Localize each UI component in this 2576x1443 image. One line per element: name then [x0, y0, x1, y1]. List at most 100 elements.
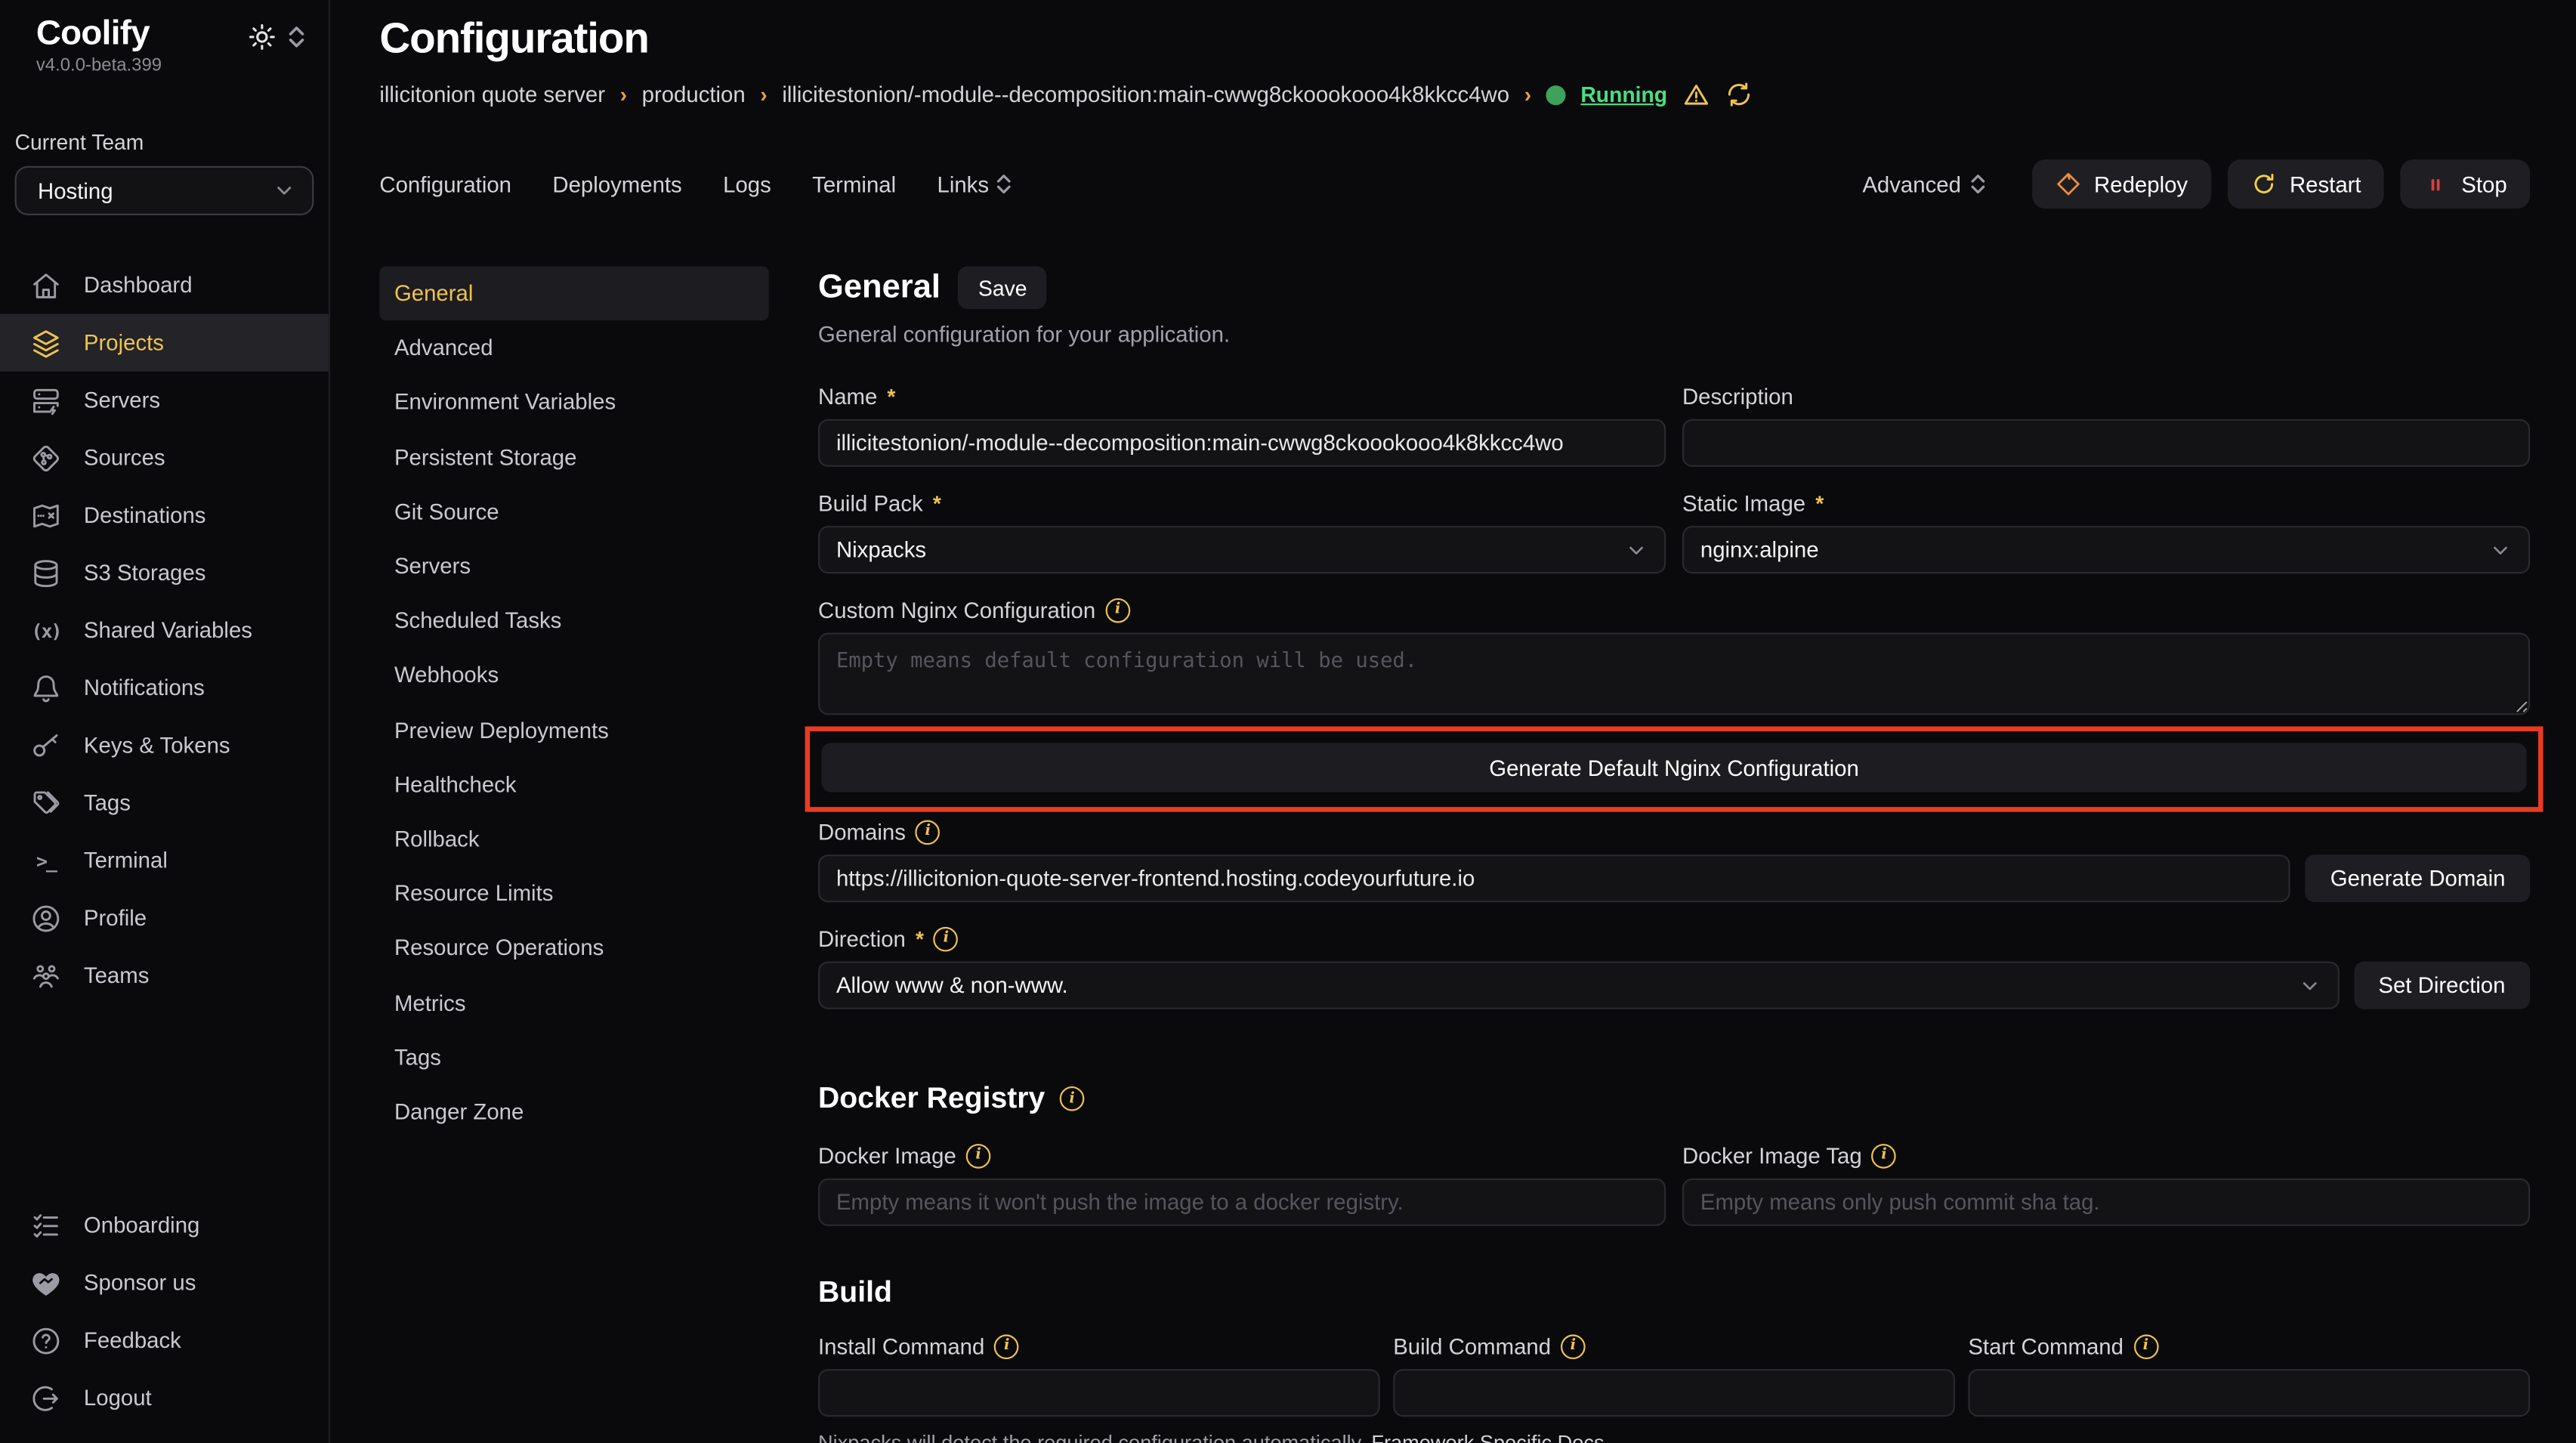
build-command-input[interactable] [1393, 1369, 1955, 1417]
sidebar-item-label: Projects [84, 330, 164, 355]
config-menu-danger-zone[interactable]: Danger Zone [379, 1084, 768, 1139]
app-window: Coolify v4.0.0-beta.399 Current Team Hos… [0, 0, 2576, 1443]
app-version: v4.0.0-beta.399 [0, 54, 329, 76]
redeploy-button[interactable]: Redeploy [2031, 159, 2210, 209]
sidebar-item-label: Sources [84, 446, 165, 471]
tab-deployments[interactable]: Deployments [552, 171, 681, 196]
sidebar-item-profile[interactable]: Profile [0, 889, 329, 947]
name-input[interactable] [818, 419, 1666, 467]
sidebar-item-terminal[interactable]: >_ Terminal [0, 832, 329, 889]
info-icon: i [2133, 1333, 2158, 1358]
framework-docs-link[interactable]: Framework Specific Docs [1371, 1432, 1604, 1443]
custom-nginx-label: Custom Nginx Configuration [818, 598, 1095, 623]
config-menu-resource-limits[interactable]: Resource Limits [379, 867, 768, 921]
sidebar-item-teams[interactable]: Teams [0, 947, 329, 1004]
direction-select[interactable]: Allow www & non-www. [818, 962, 2339, 1009]
team-select[interactable]: Hosting [15, 166, 314, 215]
config-menu-advanced[interactable]: Advanced [379, 321, 768, 375]
docker-image-label: Docker Image [818, 1143, 956, 1168]
sidebar-item-sources[interactable]: Sources [0, 429, 329, 487]
terminal-icon: >_ [29, 844, 62, 877]
sidebar: Coolify v4.0.0-beta.399 Current Team Hos… [0, 0, 330, 1443]
tab-logs[interactable]: Logs [723, 171, 771, 196]
sidebar-item-servers[interactable]: Servers [0, 372, 329, 429]
info-icon: i [1872, 1143, 1897, 1168]
domains-input[interactable] [818, 854, 2291, 902]
build-command-label: Build Command [1393, 1333, 1551, 1358]
static-image-select[interactable]: nginx:alpine [1682, 526, 2530, 573]
info-icon: i [916, 819, 941, 844]
static-image-label: Static Image [1682, 490, 1805, 515]
sidebar-item-keys-tokens[interactable]: Keys & Tokens [0, 716, 329, 774]
custom-nginx-textarea[interactable] [818, 633, 2530, 715]
set-direction-button[interactable]: Set Direction [2354, 962, 2530, 1009]
config-menu-metrics[interactable]: Metrics [379, 975, 768, 1030]
info-icon: i [1060, 1086, 1085, 1111]
refresh-icon[interactable] [1725, 81, 1753, 109]
git-source-icon [29, 441, 62, 474]
breadcrumb-project[interactable]: illicitonion quote server [379, 82, 605, 107]
config-menu-resource-operations[interactable]: Resource Operations [379, 921, 768, 975]
info-icon: i [1561, 1333, 1586, 1358]
tab-terminal[interactable]: Terminal [812, 171, 896, 196]
stop-pause-icon [2423, 171, 2448, 196]
sidebar-item-label: Terminal [84, 848, 168, 873]
stop-button[interactable]: Stop [2401, 159, 2530, 209]
tab-links[interactable]: Links [937, 171, 1012, 196]
config-menu-scheduled-tasks[interactable]: Scheduled Tasks [379, 594, 768, 648]
theme-sun-icon[interactable] [248, 23, 276, 51]
advanced-dropdown[interactable]: Advanced [1862, 171, 1985, 196]
config-menu-preview-deployments[interactable]: Preview Deployments [379, 703, 768, 757]
version-updown-icon[interactable] [288, 25, 306, 50]
tags-icon [29, 786, 62, 820]
warning-icon[interactable] [1682, 81, 1710, 109]
breadcrumb-resource[interactable]: illicitestonion/-module--decomposition:m… [782, 82, 1509, 107]
help-circle-icon [29, 1324, 62, 1357]
sidebar-item-dashboard[interactable]: Dashboard [0, 256, 329, 314]
domains-label: Domains [818, 819, 906, 844]
build-pack-select[interactable]: Nixpacks [818, 526, 1666, 573]
build-pack-label: Build Pack [818, 490, 923, 515]
sidebar-item-destinations[interactable]: Destinations [0, 487, 329, 544]
map-icon [29, 499, 62, 532]
config-menu-servers[interactable]: Servers [379, 539, 768, 593]
breadcrumb-environment[interactable]: production [642, 82, 746, 107]
sidebar-item-projects[interactable]: Projects [0, 314, 329, 372]
save-button[interactable]: Save [959, 266, 1047, 309]
sidebar-item-sponsor[interactable]: Sponsor us [0, 1254, 327, 1312]
config-menu-webhooks[interactable]: Webhooks [379, 648, 768, 703]
config-menu-healthcheck[interactable]: Healthcheck [379, 757, 768, 811]
sidebar-item-label: Notifications [84, 675, 205, 700]
install-command-input[interactable] [818, 1369, 1380, 1417]
team-select-value: Hosting [38, 178, 113, 203]
status-running-link[interactable]: Running [1580, 82, 1667, 107]
info-icon: i [1105, 598, 1130, 623]
docker-image-input[interactable] [818, 1179, 1666, 1226]
chevron-down-icon [273, 179, 295, 202]
sidebar-item-notifications[interactable]: Notifications [0, 659, 329, 716]
info-icon: i [934, 926, 959, 951]
restart-button[interactable]: Restart [2227, 159, 2384, 209]
sidebar-item-logout[interactable]: Logout [0, 1369, 327, 1426]
generate-nginx-button[interactable]: Generate Default Nginx Configuration [821, 743, 2526, 792]
sidebar-item-feedback[interactable]: Feedback [0, 1312, 327, 1369]
sidebar-item-onboarding[interactable]: Onboarding [0, 1197, 327, 1254]
generate-domain-button[interactable]: Generate Domain [2306, 854, 2530, 902]
description-input[interactable] [1682, 419, 2530, 467]
sidebar-item-s3-storages[interactable]: S3 Storages [0, 544, 329, 601]
action-buttons: Advanced Redeploy Restart [1862, 159, 2530, 209]
sidebar-item-label: Feedback [84, 1328, 181, 1353]
sidebar-item-tags[interactable]: Tags [0, 774, 329, 832]
config-menu-environment-variables[interactable]: Environment Variables [379, 375, 768, 430]
team-label: Current Team [15, 130, 329, 155]
config-menu-persistent-storage[interactable]: Persistent Storage [379, 430, 768, 484]
config-menu-git-source[interactable]: Git Source [379, 484, 768, 539]
section-title-general: General [818, 269, 941, 307]
tab-configuration[interactable]: Configuration [379, 171, 511, 196]
sidebar-item-shared-variables[interactable]: (x) Shared Variables [0, 601, 329, 659]
config-menu-general[interactable]: General [379, 266, 768, 320]
config-menu-tags[interactable]: Tags [379, 1030, 768, 1084]
docker-image-tag-input[interactable] [1682, 1179, 2530, 1226]
start-command-input[interactable] [1968, 1369, 2530, 1417]
config-menu-rollback[interactable]: Rollback [379, 811, 768, 866]
